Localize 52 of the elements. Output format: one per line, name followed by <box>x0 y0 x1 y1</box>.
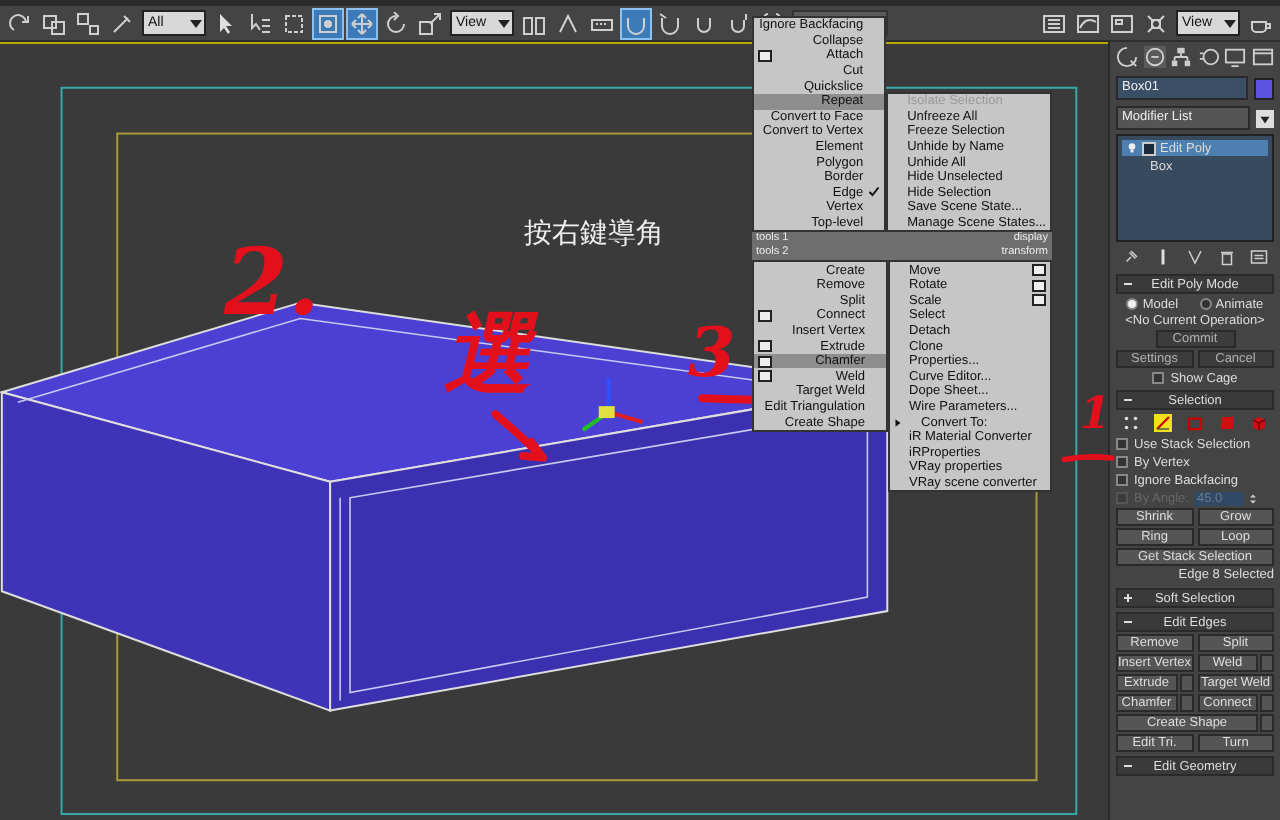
submenu-arrow-icon <box>893 417 902 428</box>
rectangle-selection-icon[interactable] <box>280 9 308 37</box>
modify-icon[interactable] <box>1143 46 1166 68</box>
unlink-icon[interactable] <box>74 9 102 37</box>
motion-icon[interactable] <box>1197 46 1220 68</box>
manipulate-icon[interactable] <box>554 9 582 37</box>
trash-icon[interactable] <box>1217 248 1236 266</box>
checkbox[interactable] <box>1116 474 1128 486</box>
caret-icon <box>1222 15 1238 31</box>
checkmark-icon <box>867 186 880 199</box>
caret-icon <box>496 15 512 31</box>
light-bulb-icon[interactable] <box>1126 142 1138 154</box>
transform-gizmo-icon <box>581 378 644 432</box>
checkbox[interactable] <box>1116 456 1128 468</box>
move-icon[interactable] <box>348 9 376 37</box>
link-icon[interactable] <box>40 9 68 37</box>
rotate-icon[interactable] <box>382 9 410 37</box>
options-box-icon <box>758 49 772 62</box>
minus-icon <box>1122 394 1134 406</box>
marker-stroke <box>1060 448 1116 468</box>
viewport-caption: 按右鍵導角 <box>524 216 664 252</box>
spinner-icon[interactable] <box>1250 491 1257 505</box>
configure-icon[interactable] <box>1249 248 1268 266</box>
caret-icon <box>188 15 204 31</box>
redo-arrow-icon[interactable] <box>6 9 34 37</box>
vertex-dots-icon[interactable] <box>1122 414 1141 432</box>
bind-icon[interactable] <box>108 9 136 37</box>
hierarchy-icon[interactable] <box>1170 46 1193 68</box>
curve-editor-icon[interactable] <box>1074 9 1102 37</box>
checkbox[interactable] <box>1116 438 1128 450</box>
monitor-icon[interactable] <box>1224 46 1247 68</box>
angle-magnet-icon[interactable] <box>656 9 684 37</box>
edge-icon[interactable] <box>1154 414 1173 432</box>
minus-icon <box>1122 616 1134 628</box>
minus-icon <box>1122 760 1134 772</box>
minus-icon <box>1122 278 1134 290</box>
handwritten-annotation: 2. <box>224 236 321 328</box>
pin-icon[interactable] <box>1122 248 1141 266</box>
layers-icon[interactable] <box>1040 9 1068 37</box>
schematic-icon[interactable] <box>1108 9 1136 37</box>
options-box-icon <box>758 309 772 322</box>
plus-icon <box>1122 592 1134 604</box>
handwritten-annotation: 1 <box>1080 392 1111 436</box>
window-crossing-icon[interactable] <box>314 9 342 37</box>
marker-stroke <box>491 410 548 462</box>
expand-box-icon[interactable] <box>1142 141 1156 155</box>
checkbox[interactable] <box>1152 372 1165 384</box>
magnet-icon[interactable] <box>622 9 650 37</box>
scale-icon[interactable] <box>416 9 444 37</box>
dropdown-arrow-icon[interactable] <box>1256 109 1274 127</box>
object-color-swatch[interactable] <box>1254 77 1274 99</box>
select-by-name-icon[interactable] <box>246 9 274 37</box>
